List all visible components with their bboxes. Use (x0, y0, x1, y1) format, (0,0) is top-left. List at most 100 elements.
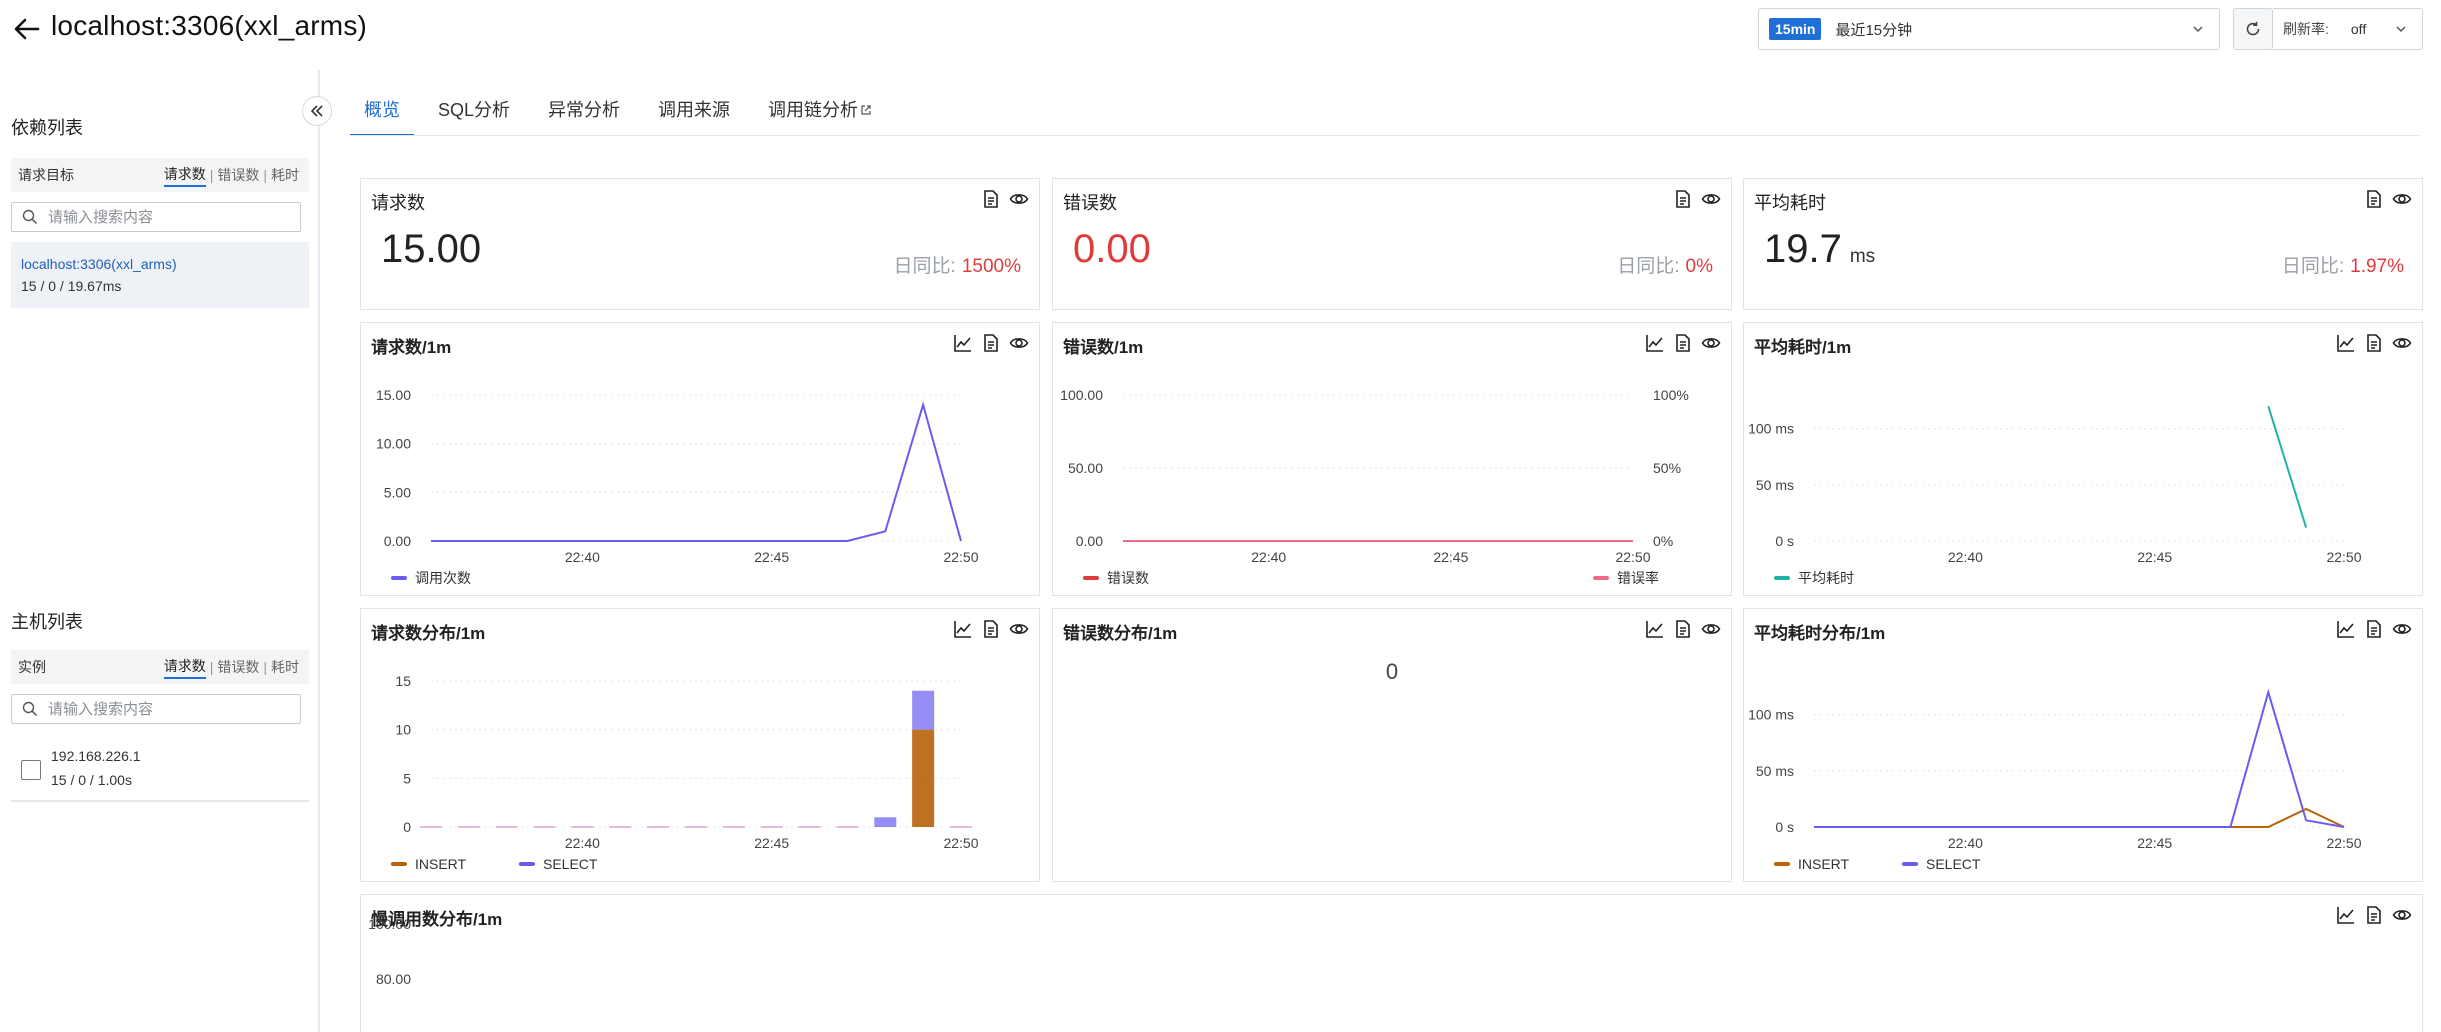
legend-item[interactable]: INSERT (391, 856, 467, 872)
host-sort-errors[interactable]: 错误数 (217, 657, 259, 677)
sort-errors[interactable]: 错误数 (217, 165, 259, 185)
y-tick-label: 5.00 (384, 484, 411, 500)
chart-card-avg-time-distribution: 平均耗时分布/1m 0 s 50 ms 100 ms 22:40 22:45 22:50 IN… (1743, 608, 2423, 882)
tab-overview[interactable]: 概览 (350, 92, 414, 136)
page-title: localhost:3306(xxl_arms) (51, 10, 368, 41)
eye-icon[interactable] (1701, 189, 1721, 209)
refresh-rate-select[interactable]: 刷新率: off (2273, 8, 2423, 50)
chart-svg: 0 5 10 15 22:40 22:45 22:50 INSERT SELECT (391, 673, 979, 872)
y-tick-label: 0 s (1775, 533, 1794, 549)
card-tools (2364, 189, 2412, 209)
y-tick-label: 0.00 (384, 533, 411, 549)
chart-card-requests-per-min: 请求数/1m 0.00 5.00 10.00 15.00 22:40 22:45 22:50 调… (360, 322, 1040, 596)
document-icon[interactable] (1673, 189, 1693, 209)
x-tick-label: 22:45 (754, 549, 789, 565)
y-tick-label: 15 (395, 673, 411, 689)
y-tick-label: 0.00 (1076, 533, 1103, 549)
tab-call-source[interactable]: 调用来源 (644, 92, 744, 136)
tab-sql-analysis[interactable]: SQL分析 (424, 92, 524, 136)
tab-trace-analysis[interactable]: 调用链分析 (754, 92, 886, 136)
line-chart-icon[interactable] (1645, 619, 1665, 639)
compare-value: 0% (1685, 256, 1713, 277)
y-tick-label: 80.00 (376, 971, 411, 987)
errors-value: 0.00 (1073, 227, 1151, 271)
legend-item[interactable]: 平均耗时 (1774, 570, 1854, 586)
dependency-sort-options: 请求数 | 错误数 | 耗时 (163, 164, 309, 187)
bar-segment[interactable] (874, 817, 897, 827)
eye-icon[interactable] (1009, 189, 1029, 209)
back-arrow-icon[interactable] (12, 14, 42, 44)
y-tick-label: 50.00 (1068, 460, 1103, 476)
double-chevron-left-icon (310, 105, 323, 117)
legend-swatch (1593, 576, 1609, 580)
host-sort-requests[interactable]: 请求数 (163, 656, 206, 679)
legend-item[interactable]: 错误率 (1593, 570, 1659, 586)
document-icon[interactable] (1673, 619, 1693, 639)
compare-label: 日同比: (1617, 256, 1680, 277)
x-tick-label: 22:50 (943, 549, 978, 565)
legend-item[interactable]: 错误数 (1083, 570, 1149, 586)
chevron-down-icon (2396, 26, 2406, 33)
legend-swatch (1774, 862, 1790, 866)
y-tick-label: 100.00 (1060, 387, 1103, 403)
external-link-icon (861, 105, 871, 115)
dependency-search-input[interactable] (48, 208, 288, 226)
legend-item[interactable]: 调用次数 (391, 570, 471, 586)
card-errors: 错误数 0.00 日同比: 0% (1052, 178, 1732, 310)
chart-svg: 0.00 5.00 10.00 15.00 22:40 22:45 22:50 调用次数 (376, 387, 979, 586)
document-icon[interactable] (2364, 189, 2384, 209)
refresh-button[interactable] (2233, 8, 2273, 50)
compare-label: 日同比: (893, 256, 956, 277)
host-sort-time[interactable]: 耗时 (271, 657, 299, 677)
dependency-col-label: 请求目标 (18, 167, 74, 183)
refresh-icon (2246, 21, 2260, 36)
y-right-tick-label: 0% (1653, 533, 1673, 549)
host-search-input[interactable] (48, 700, 288, 718)
chart-empty-value: 0 (1385, 659, 1399, 684)
dependency-stats: 15 / 0 / 19.67ms (21, 278, 122, 294)
sort-time[interactable]: 耗时 (271, 165, 299, 185)
chart-card-avg-time-per-min: 平均耗时/1m 0 s 50 ms 100 ms 22:40 22:45 22:50 平均耗时 (1743, 322, 2423, 596)
host-ip: 192.168.226.1 (51, 748, 141, 764)
y-tick-label: 50 ms (1756, 763, 1794, 779)
sidebar: 依赖列表 请求目标 请求数 | 错误数 | 耗时 localhost:3306(… (0, 70, 320, 1032)
card-title: 请求数 (371, 193, 425, 213)
host-checkbox[interactable] (21, 760, 41, 780)
legend-item[interactable]: SELECT (519, 856, 598, 872)
legend-swatch (391, 862, 407, 866)
series-line (1814, 688, 2345, 828)
eye-icon[interactable] (1701, 619, 1721, 639)
document-icon[interactable] (981, 189, 1001, 209)
x-tick-label: 22:40 (1948, 549, 1983, 565)
x-tick-label: 22:45 (2137, 549, 2172, 565)
avg-time-number: 19.7 (1764, 227, 1842, 271)
bar-segment[interactable] (912, 690, 935, 730)
errors-compare: 日同比: 0% (1617, 251, 1713, 278)
search-icon (22, 701, 38, 717)
series-line (431, 401, 962, 542)
host-col-label: 实例 (18, 659, 46, 675)
host-list-item[interactable]: 192.168.226.1 15 / 0 / 1.00s (11, 738, 309, 802)
chart-card-request-distribution: 请求数分布/1m 0 5 10 15 22:40 22:45 22:50 INSERT SELEC… (360, 608, 1040, 882)
host-stats: 15 / 0 / 1.00s (51, 772, 132, 788)
y-tick-label: 100 ms (1748, 707, 1794, 723)
y-tick-label: 100.00 (368, 916, 411, 932)
time-range-select[interactable]: 15min 最近15分钟 (1758, 8, 2220, 50)
dependency-list-item[interactable]: localhost:3306(xxl_arms) 15 / 0 / 19.67m… (11, 242, 309, 308)
refresh-rate-value: off (2350, 21, 2367, 37)
avg-time-unit: ms (1849, 246, 1876, 267)
legend-item[interactable]: SELECT (1902, 856, 1981, 872)
card-tools (981, 189, 1029, 209)
legend-label: SELECT (1926, 856, 1981, 872)
legend-swatch (1902, 862, 1918, 866)
y-right-tick-label: 100% (1653, 387, 1689, 403)
host-list-title: 主机列表 (11, 612, 83, 632)
collapse-sidebar-button[interactable] (302, 96, 332, 126)
sort-requests[interactable]: 请求数 (163, 164, 206, 187)
chart-title: 错误数分布/1m (1063, 624, 1178, 643)
tab-exception-analysis[interactable]: 异常分析 (534, 92, 634, 136)
bar-segment[interactable] (912, 729, 935, 827)
compare-value: 1500% (961, 256, 1021, 277)
eye-icon[interactable] (2392, 189, 2412, 209)
legend-item[interactable]: INSERT (1774, 856, 1850, 872)
